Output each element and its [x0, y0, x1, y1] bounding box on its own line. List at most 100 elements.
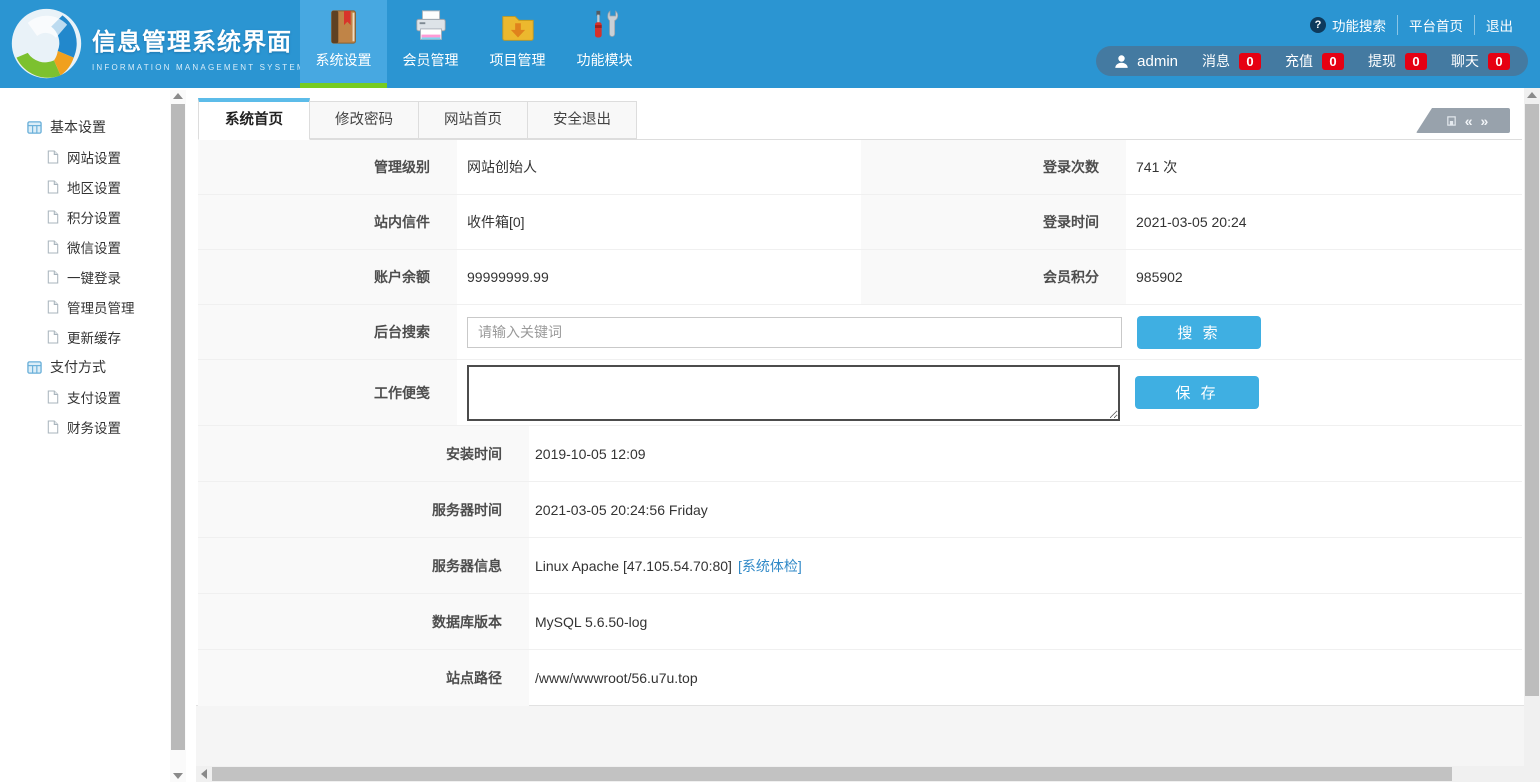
nav-item-member-management[interactable]: 会员管理 [387, 0, 474, 88]
sidebar-item-website-settings[interactable]: 网站设置 [0, 142, 196, 172]
sidebar-scrollbar[interactable] [170, 90, 186, 782]
platform-home-link[interactable]: 平台首页 [1397, 15, 1474, 35]
nav-item-system-settings[interactable]: 系统设置 [300, 0, 387, 88]
recharge-label: 充值 [1285, 51, 1313, 71]
main-vertical-scrollbar[interactable] [1524, 88, 1540, 766]
content-footer-strip [196, 706, 1524, 766]
sysinfo-row-server-info: 服务器信息 Linux Apache [47.105.54.70:80] [系统… [198, 538, 1522, 594]
save-page-icon [1446, 115, 1457, 127]
inbox-link[interactable]: 收件箱[0] [457, 195, 861, 249]
logo-globe-icon [9, 6, 84, 81]
server-info-text: Linux Apache [47.105.54.70:80] [535, 558, 732, 574]
scroll-up-arrow-icon[interactable] [173, 93, 183, 99]
page-icon [47, 180, 59, 194]
scroll-left-arrow-icon[interactable] [201, 769, 207, 779]
scroll-up-arrow-icon[interactable] [1527, 92, 1537, 98]
messages-item[interactable]: 消息 0 [1202, 51, 1261, 71]
help-icon: ? [1310, 17, 1326, 33]
sidebar-group-label: 支付方式 [50, 357, 106, 377]
panel-collapse-widget[interactable]: « » [1416, 108, 1510, 133]
tab-change-password[interactable]: 修改密码 [309, 101, 419, 139]
work-memo-textarea[interactable] [467, 365, 1120, 421]
collapse-right-icon[interactable]: » [1481, 114, 1489, 128]
sidebar-item-finance-settings[interactable]: 财务设置 [0, 412, 196, 442]
system-check-link[interactable]: [系统体检] [738, 556, 802, 576]
work-memo-row: 工作便笺 保 存 [198, 360, 1522, 426]
logout-link[interactable]: 退出 [1474, 15, 1524, 35]
field-value: 2021-03-05 20:24:56 Friday [529, 482, 1522, 537]
info-row-balance: 账户余额 99999999.99 会员积分 985902 [198, 250, 1522, 305]
withdraw-item[interactable]: 提现 0 [1368, 51, 1427, 71]
app-subtitle: INFORMATION MANAGEMENT SYSTEM GUI [92, 63, 331, 72]
messages-count-badge[interactable]: 0 [1239, 53, 1261, 70]
page-icon [47, 390, 59, 404]
field-value: 99999999.99 [457, 250, 861, 304]
field-value: 741 次 [1126, 140, 1522, 194]
nav-item-label: 系统设置 [316, 50, 372, 70]
field-value: 985902 [1126, 250, 1522, 304]
sidebar-group-payment-methods[interactable]: 支付方式 [0, 352, 196, 382]
field-label: 数据库版本 [198, 594, 529, 649]
scroll-down-arrow-icon[interactable] [173, 773, 183, 779]
backend-search-row: 后台搜索 搜 索 [198, 305, 1522, 360]
recharge-count-badge[interactable]: 0 [1322, 53, 1344, 70]
info-row-site-mail: 站内信件 收件箱[0] 登录时间 2021-03-05 20:24 [198, 195, 1522, 250]
horizontal-scrollbar-thumb[interactable] [212, 767, 1452, 781]
page-icon [47, 420, 59, 434]
sidebar-item-label: 地区设置 [67, 177, 121, 197]
horizontal-scrollbar[interactable] [196, 766, 1524, 782]
function-search-link[interactable]: ? 功能搜索 [1299, 15, 1397, 35]
page-icon [47, 240, 59, 254]
field-label: 安装时间 [198, 426, 529, 481]
save-button[interactable]: 保 存 [1135, 376, 1259, 409]
tab-bar: 系统首页 修改密码 网站首页 安全退出 « » [198, 100, 1522, 140]
field-label: 登录时间 [861, 195, 1126, 249]
sidebar-item-payment-settings[interactable]: 支付设置 [0, 382, 196, 412]
sidebar-item-admin-management[interactable]: 管理员管理 [0, 292, 196, 322]
sidebar-group-label: 基本设置 [50, 117, 106, 137]
sysinfo-row-install-time: 安装时间 2019-10-05 12:09 [198, 426, 1522, 482]
sysinfo-row-server-time: 服务器时间 2021-03-05 20:24:56 Friday [198, 482, 1522, 538]
tab-safe-logout[interactable]: 安全退出 [527, 101, 637, 139]
sidebar-item-wechat-settings[interactable]: 微信设置 [0, 232, 196, 262]
page-icon [47, 210, 59, 224]
field-value: MySQL 5.6.50-log [529, 594, 1522, 649]
recharge-item[interactable]: 充值 0 [1285, 51, 1344, 71]
sidebar-item-one-click-login[interactable]: 一键登录 [0, 262, 196, 292]
sidebar-item-points-settings[interactable]: 积分设置 [0, 202, 196, 232]
search-button[interactable]: 搜 索 [1137, 316, 1261, 349]
main-nav: 系统设置 会员管理 项目管理 [300, 0, 648, 88]
field-label: 工作便笺 [198, 360, 457, 425]
field-label: 服务器时间 [198, 482, 529, 537]
backend-search-input[interactable] [467, 317, 1122, 348]
sidebar-item-region-settings[interactable]: 地区设置 [0, 172, 196, 202]
withdraw-label: 提现 [1368, 51, 1396, 71]
sidebar-group-basic-settings[interactable]: 基本设置 [0, 112, 196, 142]
book-icon [325, 8, 363, 46]
chat-count-badge[interactable]: 0 [1488, 53, 1510, 70]
info-row-admin-level: 管理级别 网站创始人 登录次数 741 次 [198, 140, 1522, 195]
nav-item-project-management[interactable]: 项目管理 [474, 0, 561, 88]
tab-website-home[interactable]: 网站首页 [418, 101, 528, 139]
sidebar-item-label: 财务设置 [67, 417, 121, 437]
collapse-left-icon[interactable]: « [1465, 114, 1473, 128]
main-panel: 系统首页 修改密码 网站首页 安全退出 « » 管理级别 网站创始人 登录次数 … [196, 88, 1524, 706]
field-value: 2021-03-05 20:24 [1126, 195, 1522, 249]
scrollbar-corner [1524, 766, 1540, 782]
app-title: 信息管理系统界面 [92, 22, 331, 57]
field-label: 账户余额 [198, 250, 457, 304]
field-label: 服务器信息 [198, 538, 529, 593]
header-quick-links: ? 功能搜索 平台首页 退出 [1299, 15, 1524, 35]
withdraw-count-badge[interactable]: 0 [1405, 53, 1427, 70]
chat-item[interactable]: 聊天 0 [1451, 51, 1510, 71]
platform-home-label: 平台首页 [1409, 15, 1463, 35]
sidebar-item-update-cache[interactable]: 更新缓存 [0, 322, 196, 352]
nav-item-label: 会员管理 [403, 50, 459, 70]
main-scrollbar-thumb[interactable] [1525, 104, 1539, 696]
field-label: 站内信件 [198, 195, 457, 249]
nav-item-function-modules[interactable]: 功能模块 [561, 0, 648, 88]
username: admin [1137, 53, 1178, 70]
tab-system-home[interactable]: 系统首页 [198, 98, 310, 140]
printer-icon [412, 8, 450, 46]
sidebar-scrollbar-thumb[interactable] [171, 104, 185, 750]
